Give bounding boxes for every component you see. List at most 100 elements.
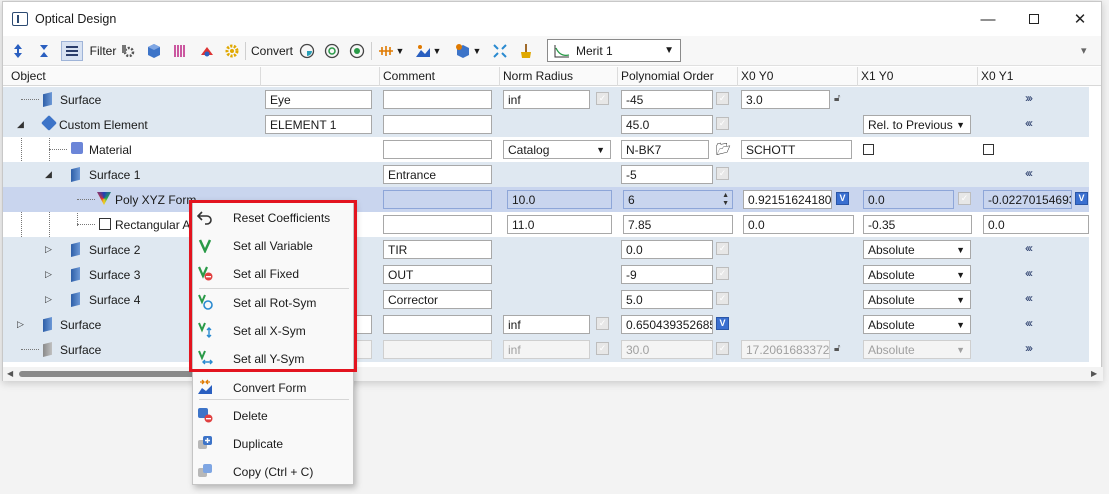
menu-item-set-all-x-sym[interactable]: Set all X-Sym [193,316,353,344]
scroll-right-icon[interactable]: ▶ [1091,369,1097,378]
norm-radius-field[interactable]: 10.0 [507,190,612,209]
source-filter-button[interactable] [197,41,217,61]
expand-icon[interactable]: ▷ [45,294,52,305]
catalog-field[interactable]: SCHOTT [741,140,852,159]
variable-toggle[interactable]: ✓ [716,342,729,355]
comment-field[interactable]: Corrector [383,290,492,309]
comment-field[interactable] [383,215,492,234]
collapse-columns-icon[interactable]: ‹‹‹ [1025,266,1033,280]
material-source-select[interactable]: Catalog ▼ [503,140,611,159]
convert-button-2[interactable] [323,41,341,61]
aperture-height-field[interactable]: 7.85 [623,215,733,234]
header-polynomial-order[interactable]: Polynomial Order [621,69,714,83]
coefficient-x1y0-field[interactable]: 0.0 [863,190,954,209]
collapse-columns-icon[interactable]: ‹‹‹ [1025,241,1033,255]
folder-icon[interactable]: 📂︎ [716,142,732,156]
menu-item-reset-coefficients[interactable]: Reset Coefficients [193,203,353,231]
comment-field[interactable]: Entrance [383,165,492,184]
horizontal-scrollbar[interactable]: ◀ ▶ [3,367,1103,381]
table-row[interactable]: Rectangular A 11.0 7.85 0.0 -0.35 0.0 [3,212,1089,237]
close-button[interactable]: ✕ [1057,4,1103,34]
poly-order-spinner[interactable]: 6 ▲ ▼ [623,190,733,209]
aperture-width-field[interactable]: 11.0 [507,215,612,234]
poly-order-field[interactable]: -45 [621,90,713,109]
poly-order-field[interactable]: 0.650439352685 [621,315,713,334]
comment-field[interactable]: TIR [383,240,492,259]
variable-toggle[interactable]: ✓ [716,242,729,255]
header-x1-y0[interactable]: X1 Y0 [861,69,893,83]
variable-toggle[interactable]: ✓ [596,92,609,105]
expand-all-button[interactable] [9,41,27,61]
lock-icon[interactable]: 🔓︎ [834,343,845,354]
menu-item-set-all-y-sym[interactable]: Set all Y-Sym [193,344,353,372]
settings-button[interactable] [223,41,241,61]
table-row[interactable]: ▷ Surface inf ✓ 0.650439352685 V Absolut… [3,312,1089,337]
scroll-left-icon[interactable]: ◀ [7,369,13,378]
collapse-all-button[interactable] [35,41,53,61]
table-row[interactable]: Material Catalog ▼ N-BK7 📂︎ SCHOTT [3,137,1089,162]
menu-item-copy[interactable]: Copy (Ctrl + C) [193,457,353,485]
variable-toggle[interactable]: ✓ [716,92,729,105]
convert-button-3[interactable] [348,41,366,61]
layout-dropdown-button[interactable]: ▼ [413,41,443,61]
insert-dropdown-button[interactable]: ▼ [453,41,483,61]
element-filter-button[interactable] [145,41,163,61]
header-norm-radius[interactable]: Norm Radius [503,69,573,83]
comment-field[interactable] [383,115,492,134]
comment-field[interactable] [383,140,492,159]
comment-field[interactable]: OUT [383,265,492,284]
header-x0-y1[interactable]: X0 Y1 [981,69,1013,83]
coordinate-mode-select[interactable]: Absolute ▼ [863,315,971,334]
poly-order-field[interactable]: -9 [621,265,713,284]
poly-order-field[interactable]: 30.0 [621,340,713,359]
collapse-icon[interactable]: ◢ [45,169,52,180]
align-dropdown-button[interactable]: ▼ [376,41,406,61]
variable-toggle[interactable]: ✓ [958,192,971,205]
glass-field[interactable]: N-BK7 [621,140,709,159]
menu-item-set-all-rot-sym[interactable]: Set all Rot-Sym [193,288,353,316]
surface-filter-button[interactable] [171,41,189,61]
x0y0-field[interactable]: 3.0 [741,90,830,109]
maximize-button[interactable] [1011,4,1057,34]
table-row[interactable]: ▷ Surface 3 OUT -9 ✓ Absolute ▼ ‹‹‹ [3,262,1089,287]
checkbox[interactable] [863,144,874,155]
menu-item-duplicate[interactable]: Duplicate [193,429,353,457]
header-x0-y0[interactable]: X0 Y0 [741,69,773,83]
collapse-columns-icon[interactable]: ‹‹‹ [1025,291,1033,305]
collapse-columns-icon[interactable]: ‹‹‹ [1025,166,1033,180]
collapse-columns-icon[interactable]: ‹‹‹ [1025,116,1033,130]
aperture-x-field[interactable]: 0.0 [743,215,854,234]
table-row[interactable]: Poly XYZ Form 10.0 6 ▲ ▼ 0.921516241803 V … [3,187,1089,212]
expand-icon[interactable]: ▷ [45,244,52,255]
collapse-icon[interactable]: ◢ [17,119,24,130]
header-object[interactable]: Object [11,69,46,83]
variable-toggle[interactable]: ✓ [716,267,729,280]
filter-settings-button[interactable] [119,41,137,61]
minimize-button[interactable]: — [965,4,1011,34]
header-comment[interactable]: Comment [383,69,435,83]
coordinate-mode-select[interactable]: Absolute ▼ [863,290,971,309]
poly-order-field[interactable]: -5 [621,165,713,184]
norm-radius-field[interactable]: inf [503,90,590,109]
expand-columns-icon[interactable]: ››› [1025,91,1033,105]
clean-button[interactable] [517,41,535,61]
merit-function-select[interactable]: Merit 1 ▼ [547,39,681,62]
variable-toggle[interactable]: ✓ [716,167,729,180]
lock-icon[interactable]: 🔓︎ [834,93,845,104]
toolbar-overflow-icon[interactable]: ▾ [1081,44,1087,57]
fit-view-button[interactable] [491,41,509,61]
norm-radius-field[interactable]: inf [503,315,590,334]
variable-toggle[interactable]: ✓ [596,317,609,330]
coefficient-x0y1-field[interactable]: -0.022701546939 [983,190,1072,209]
table-row[interactable]: ◢ Custom Element ELEMENT 1 45.0 ✓ Rel. t… [3,112,1089,137]
comment-field[interactable] [383,90,492,109]
comment-field[interactable] [383,340,492,359]
coefficient-x0y0-field[interactable]: 0.921516241803 [743,190,832,209]
x0y0-field[interactable]: 17.2061683372 [741,340,830,359]
variable-toggle[interactable]: ✓ [716,292,729,305]
poly-order-field[interactable]: 0.0 [621,240,713,259]
table-row[interactable]: Surface inf ✓ 30.0 ✓ 17.2061683372 🔓︎ Ab… [3,337,1089,362]
comment-field[interactable] [383,190,492,209]
table-row[interactable]: ◢ Surface 1 Entrance -5 ✓ ‹‹‹ [3,162,1089,187]
convert-button-1[interactable] [298,41,316,61]
